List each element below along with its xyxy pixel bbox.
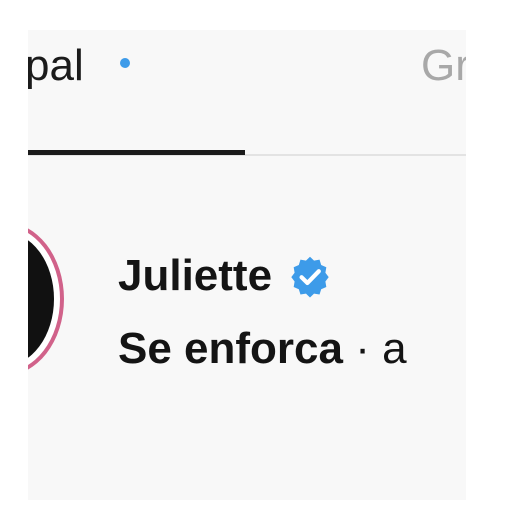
screenshot-frame: pal Gr Juliette Se enforca · a <box>0 0 512 512</box>
avatar[interactable] <box>28 222 64 376</box>
status-text: Se enforca <box>118 324 343 373</box>
avatar-image <box>28 232 54 366</box>
status-line: Se enforca · a <box>118 322 407 376</box>
active-tab-indicator <box>28 150 245 155</box>
status-separator: · a <box>342 324 407 373</box>
tab-secondary[interactable]: Gr <box>421 40 466 92</box>
new-activity-dot <box>120 58 130 68</box>
conversation-header[interactable]: Juliette <box>118 248 332 304</box>
contact-name: Juliette <box>118 251 273 300</box>
app-content: pal Gr Juliette Se enforca · a <box>28 30 466 500</box>
tab-principal-label: pal <box>28 41 84 90</box>
tab-secondary-label: Gr <box>421 41 466 90</box>
tab-principal[interactable]: pal <box>28 40 84 92</box>
verified-badge-icon <box>291 256 329 298</box>
